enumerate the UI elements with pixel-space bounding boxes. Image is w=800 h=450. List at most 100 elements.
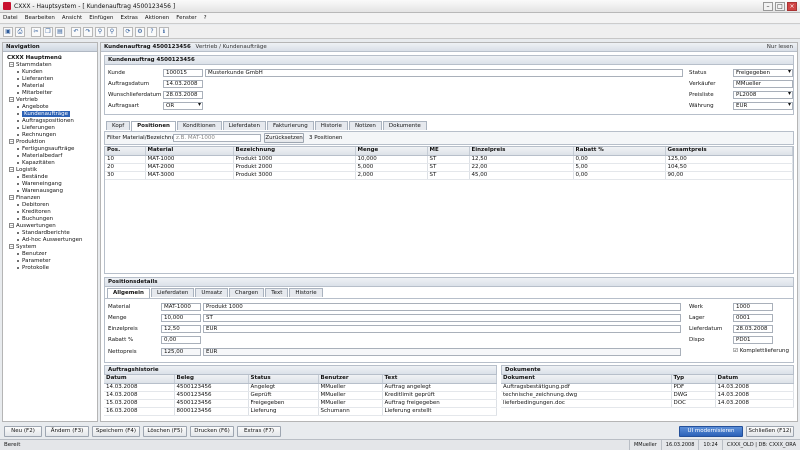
collapse-icon[interactable]: − <box>9 195 14 200</box>
wunschlieferdatum-field[interactable]: 28.03.2008 <box>163 91 203 99</box>
nav-group[interactable]: − System <box>9 244 97 251</box>
nav-item[interactable]: Lieferanten <box>9 76 97 83</box>
menu-bearbeiten[interactable]: Bearbeiten <box>25 15 55 21</box>
close-button[interactable]: Schließen (F12) <box>746 426 794 437</box>
collapse-icon[interactable]: − <box>9 223 14 228</box>
menu-datei[interactable]: Datei <box>3 15 18 21</box>
nav-item[interactable]: Debitoren <box>9 202 97 209</box>
copy-icon[interactable]: ❐ <box>43 26 53 37</box>
save-icon[interactable]: ▣ <box>3 26 13 37</box>
column-header[interactable]: Status <box>248 375 319 384</box>
status-select[interactable]: Freigegeben <box>733 69 793 77</box>
nav-group[interactable]: − Auswertungen <box>9 223 97 230</box>
verkaeufer-field[interactable]: MMueller <box>733 80 793 88</box>
history-row[interactable]: 14.03.2008 4500123456 Angelegt MMueller Auft… <box>104 383 497 392</box>
collapse-icon[interactable]: − <box>9 62 14 67</box>
nav-item[interactable]: Kapazitäten <box>9 160 97 167</box>
menge-unit-field[interactable]: ST <box>203 314 681 322</box>
tab-konditionen[interactable]: Konditionen <box>176 121 222 130</box>
nav-group[interactable]: − Finanzen <box>9 195 97 202</box>
settings-icon[interactable]: ⚙ <box>135 26 145 37</box>
help-icon[interactable]: ? <box>147 26 157 37</box>
detail-tab-chargen[interactable]: Chargen <box>229 288 265 297</box>
nav-item[interactable]: Mitarbeiter <box>9 90 97 97</box>
menu-aktionen[interactable]: Aktionen <box>145 15 169 21</box>
history-row[interactable]: 16.03.2008 8000123456 Lieferung Schumann Lie… <box>104 407 497 416</box>
column-header[interactable]: Material <box>145 147 234 156</box>
breadcrumb-path[interactable]: Vertrieb / Kundenaufträge <box>196 44 267 50</box>
find-icon[interactable]: ⚲ <box>95 26 105 37</box>
rabatt-field[interactable]: 0,00 <box>161 336 201 344</box>
undo-icon[interactable]: ↶ <box>71 26 81 37</box>
nav-item[interactable]: Angebote <box>9 104 97 111</box>
nav-item[interactable]: Warenausgang <box>9 188 97 195</box>
nav-item[interactable]: Kundenaufträge <box>9 111 97 118</box>
tab-historie[interactable]: Historie <box>314 121 348 130</box>
nav-item[interactable]: Buchungen <box>9 216 97 223</box>
column-header[interactable]: Datum <box>104 375 175 384</box>
column-header[interactable]: Pos. <box>105 147 146 156</box>
reset-filter-button[interactable]: Zurücksetzen <box>264 133 304 143</box>
nav-root[interactable]: CXXX Hauptmenü <box>3 52 97 62</box>
nav-item[interactable]: Benutzer <box>9 251 97 258</box>
nav-item[interactable]: Rechnungen <box>9 132 97 139</box>
auftragsdatum-field[interactable]: 14.03.2008 <box>163 80 203 88</box>
nav-group[interactable]: − Vertrieb <box>9 97 97 104</box>
column-header[interactable]: Gesamtpreis <box>665 147 793 156</box>
kunde-number-field[interactable]: 100015 <box>163 69 203 77</box>
detail-tab-historie[interactable]: Historie <box>289 288 323 297</box>
print-icon[interactable]: ⎙ <box>15 26 25 37</box>
refresh-icon[interactable]: ⟳ <box>123 26 133 37</box>
collapse-icon[interactable]: − <box>9 167 14 172</box>
nav-item[interactable]: Auftragspositionen <box>9 118 97 125</box>
menu-einfuegen[interactable]: Einfügen <box>89 15 113 21</box>
detail-tab-allgemein[interactable]: Allgemein <box>107 288 150 298</box>
save-button[interactable]: Speichern (F4) <box>92 426 140 437</box>
menu-help[interactable]: ? <box>204 15 207 21</box>
komplettlieferung-checkbox[interactable]: ☑ Komplettlieferung <box>733 347 789 355</box>
history-row[interactable]: 15.03.2008 4500123456 Freigegeben MMueller A… <box>104 399 497 408</box>
filter-input[interactable]: z.B. MAT-1000 <box>173 134 261 142</box>
edit-button[interactable]: Ändern (F3) <box>45 426 89 437</box>
column-header[interactable]: Dokument <box>501 375 672 384</box>
redo-icon[interactable]: ↷ <box>83 26 93 37</box>
nav-item[interactable]: Kreditoren <box>9 209 97 216</box>
column-header[interactable]: Beleg <box>174 375 249 384</box>
detail-tab-umsatz[interactable]: Umsatz <box>195 288 228 297</box>
tab-kopf[interactable]: Kopf <box>106 121 131 130</box>
collapse-icon[interactable]: − <box>9 139 14 144</box>
nav-item[interactable]: Materialbedarf <box>9 153 97 160</box>
tab-positionen[interactable]: Positionen <box>131 121 176 131</box>
position-row[interactable]: 10 MAT-1000 Produkt 1000 10,000 ST 12,50 0,00 1… <box>105 155 793 164</box>
werk-field[interactable]: 1000 <box>733 303 773 311</box>
document-row[interactable]: lieferbedingungen.doc DOC 14.03.2008 <box>501 399 794 408</box>
detail-tab-text[interactable]: Text <box>265 288 289 297</box>
nav-item[interactable]: Protokolle <box>9 265 97 272</box>
maximize-button[interactable]: □ <box>775 2 785 11</box>
menge-field[interactable]: 10,000 <box>161 314 201 322</box>
nav-item[interactable]: Lieferungen <box>9 125 97 132</box>
nav-item[interactable]: Material <box>9 83 97 90</box>
info-icon[interactable]: ℹ <box>159 26 169 37</box>
menu-extras[interactable]: Extras <box>121 15 138 21</box>
extras-button[interactable]: Extras (F7) <box>237 426 281 437</box>
minimize-button[interactable]: – <box>763 2 773 11</box>
collapse-icon[interactable]: − <box>9 244 14 249</box>
detail-tab-lieferdaten[interactable]: Lieferdaten <box>150 288 195 297</box>
nav-item[interactable]: Kunden <box>9 69 97 76</box>
position-row[interactable]: 20 MAT-2000 Produkt 2000 5,000 ST 22,00 5,00 10… <box>105 163 793 172</box>
document-row[interactable]: Auftragsbestätigung.pdf PDF 14.03.2008 <box>501 383 794 392</box>
column-header[interactable]: Bezeichnung <box>233 147 356 156</box>
tab-dokumente[interactable]: Dokumente <box>382 121 427 130</box>
nav-group[interactable]: − Produktion <box>9 139 97 146</box>
menu-fenster[interactable]: Fenster <box>176 15 196 21</box>
delete-button[interactable]: Löschen (F5) <box>143 426 187 437</box>
checkbox-icon[interactable]: ☑ <box>733 348 738 354</box>
tab-lieferdaten[interactable]: Lieferdaten <box>222 121 266 130</box>
waehrung-select[interactable]: EUR <box>733 102 793 110</box>
position-row[interactable]: 30 MAT-3000 Produkt 3000 2,000 ST 45,00 0,00 90… <box>105 171 793 180</box>
preisliste-select[interactable]: PL2008 <box>733 91 793 99</box>
einzelpreis-field[interactable]: 12,50 <box>161 325 201 333</box>
dispo-field[interactable]: PD01 <box>733 336 773 344</box>
auftragsart-select[interactable]: OR <box>163 102 203 110</box>
